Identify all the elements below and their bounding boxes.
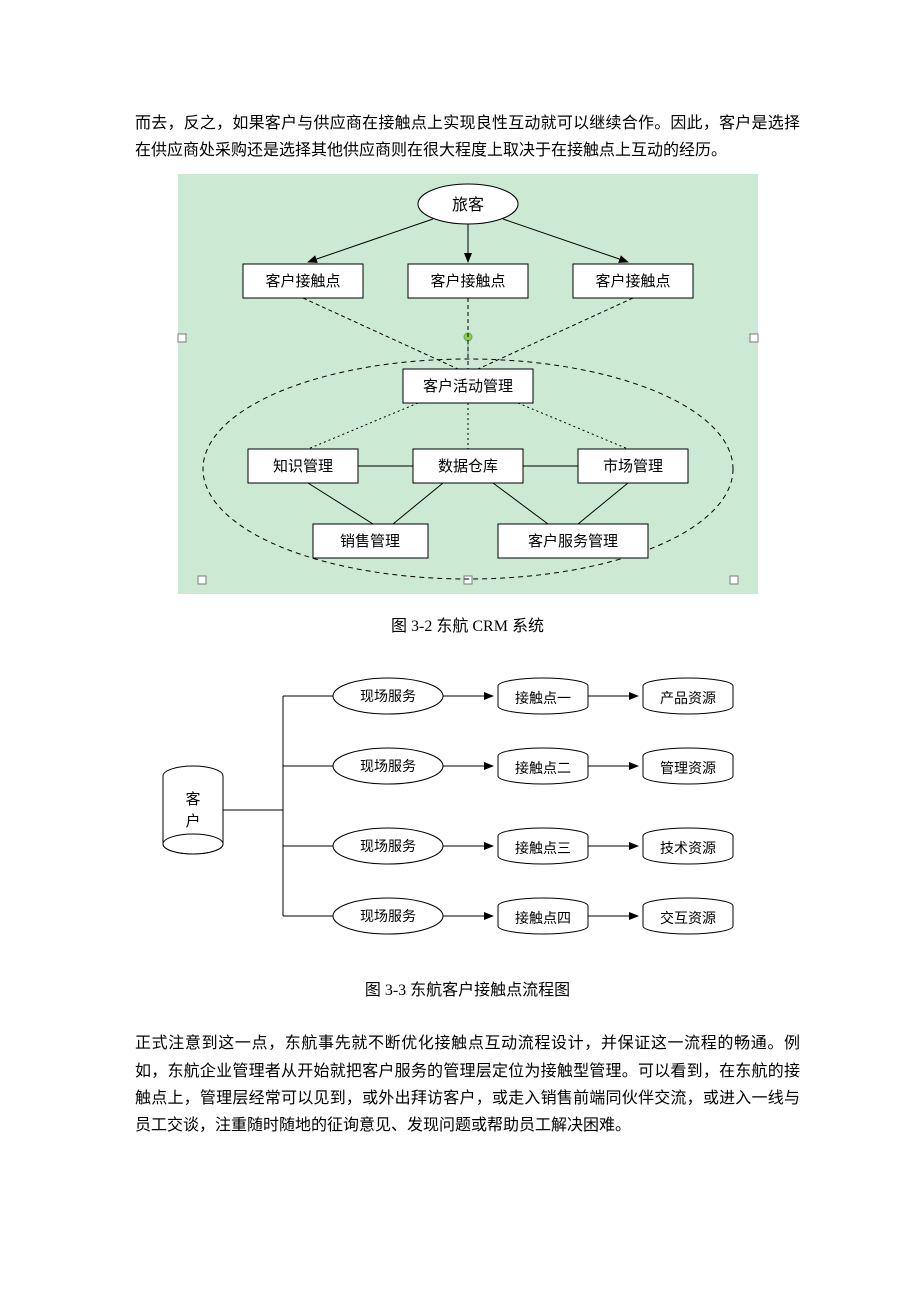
node-service-mgmt: 客户服务管理 (527, 533, 617, 550)
node-market: 市场管理 (602, 458, 662, 475)
node-traveler: 旅客 (451, 196, 483, 214)
row2-touch-cyl: 接触点二 (498, 748, 588, 784)
paragraph-2: 正式注意到这一点，东航事先就不断优化接触点互动流程设计，并保证这一流程的畅通。例… (135, 1030, 800, 1139)
caption-3-2: 图 3-2 东航 CRM 系统 (135, 612, 800, 636)
svg-text:接触点二: 接触点二 (515, 760, 571, 777)
row4-service: 现场服务 (360, 909, 416, 925)
row2-service: 现场服务 (360, 759, 416, 775)
node-touchpoint-2: 客户接触点 (430, 273, 505, 290)
row4-res-cyl: 交互资源 (643, 898, 733, 934)
row1-res-cyl: 产品资源 (643, 678, 733, 714)
svg-text:户: 户 (185, 813, 200, 830)
row3-service: 现场服务 (360, 839, 416, 855)
row1-touch-cyl: 接触点一 (498, 678, 588, 714)
svg-text:接触点四: 接触点四 (515, 910, 571, 927)
node-customer: 客 户 (163, 766, 223, 854)
node-sales: 销售管理 (339, 533, 399, 550)
node-activity-mgmt: 客户活动管理 (422, 378, 512, 395)
svg-text:产品资源: 产品资源 (660, 691, 716, 707)
row4-touch-cyl: 接触点四 (498, 898, 588, 934)
node-touchpoint-1: 客户接触点 (265, 273, 340, 290)
svg-text:管理资源: 管理资源 (660, 761, 716, 777)
row2-res-cyl: 管理资源 (643, 748, 733, 784)
svg-text:接触点三: 接触点三 (515, 840, 571, 857)
caption-3-3: 图 3-3 东航客户接触点流程图 (135, 976, 800, 1000)
node-knowledge: 知识管理 (272, 458, 332, 475)
crm-diagram-svg: 旅客 客户接触点 客户接触点 客户接触点 (148, 174, 788, 594)
node-touchpoint-3: 客户接触点 (595, 273, 670, 290)
document-page: 而去，反之，如果客户与供应商在接触点上实现良性互动就可以继续合作。因此，客户是选… (0, 0, 920, 1209)
row3-touch-cyl: 接触点三 (498, 828, 588, 864)
svg-text:技术资源: 技术资源 (660, 841, 716, 857)
row3-res-cyl: 技术资源 (643, 828, 733, 864)
figure-3-3: 客 户 现场服务 接触点一 (135, 666, 800, 946)
row1-service: 现场服务 (360, 689, 416, 705)
touchpoint-flow-svg: 客 户 现场服务 接触点一 (138, 666, 798, 946)
svg-text:接触点一: 接触点一 (515, 690, 571, 707)
svg-text:客: 客 (185, 791, 200, 808)
node-datawarehouse: 数据仓库 (437, 458, 497, 475)
svg-text:交互资源: 交互资源 (660, 910, 716, 927)
figure-3-2: 旅客 客户接触点 客户接触点 客户接触点 (135, 174, 800, 594)
paragraph-1: 而去，反之，如果客户与供应商在接触点上实现良性互动就可以继续合作。因此，客户是选… (135, 110, 800, 164)
